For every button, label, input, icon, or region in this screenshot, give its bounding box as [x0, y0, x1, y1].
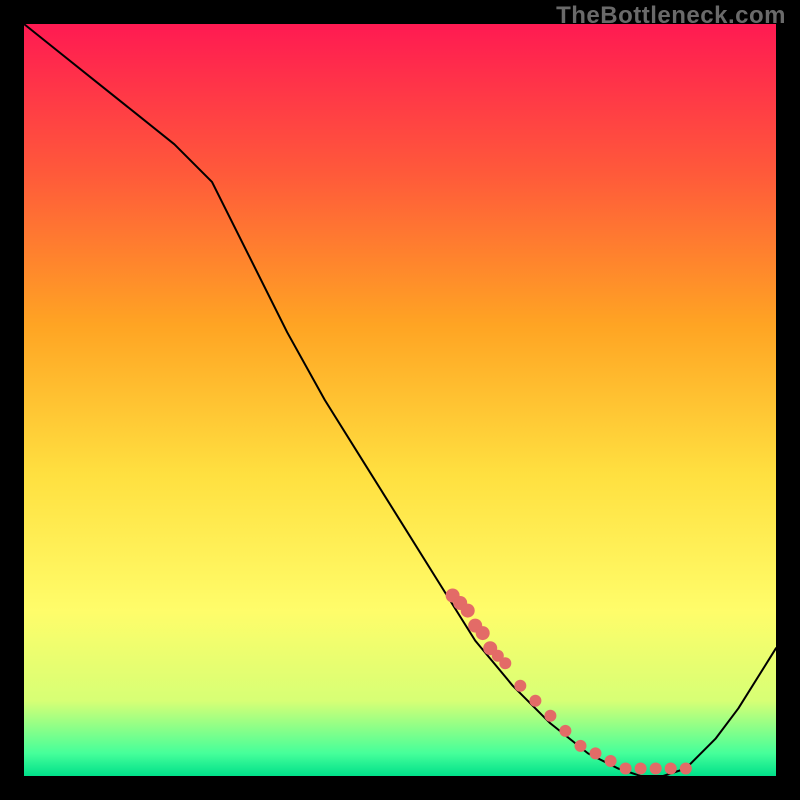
highlight-dot — [476, 626, 490, 640]
highlight-dot — [635, 763, 647, 775]
highlight-dot — [590, 747, 602, 759]
highlight-dot — [544, 710, 556, 722]
chart-svg — [0, 0, 800, 800]
watermark-label: TheBottleneck.com — [556, 2, 786, 30]
plot-background — [24, 24, 776, 776]
highlight-dot — [605, 755, 617, 767]
highlight-dot — [461, 604, 475, 618]
chart-container: TheBottleneck.com — [0, 0, 800, 800]
highlight-dot — [650, 763, 662, 775]
highlight-dot — [665, 763, 677, 775]
highlight-dot — [575, 740, 587, 752]
highlight-dot — [620, 763, 632, 775]
highlight-dot — [559, 725, 571, 737]
highlight-dot — [529, 695, 541, 707]
highlight-dot — [514, 680, 526, 692]
highlight-dot — [680, 763, 692, 775]
highlight-dot — [499, 657, 511, 669]
